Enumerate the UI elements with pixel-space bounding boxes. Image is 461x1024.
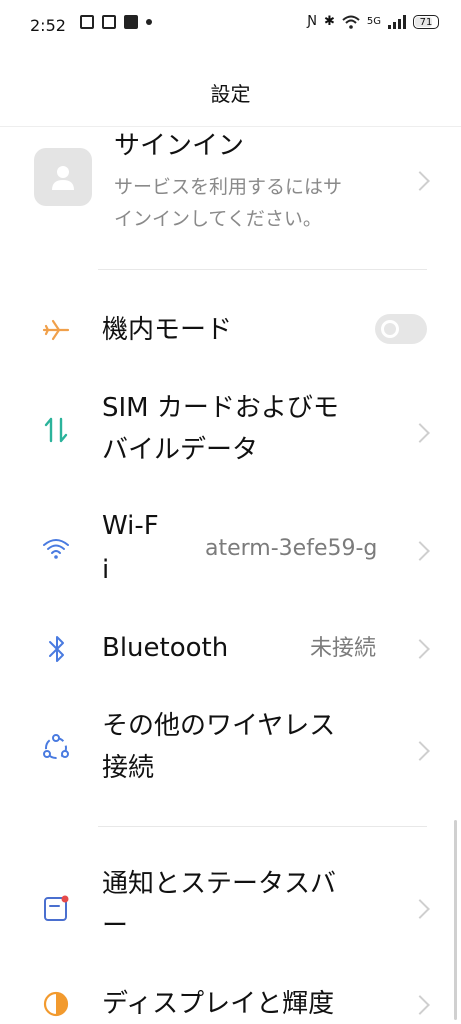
wifi-label-line2: i xyxy=(102,555,110,585)
bluetooth-status: 未接続 xyxy=(310,636,377,661)
sign-in-row[interactable]: サインイン サービスを利用するにはサ インインしてください。 xyxy=(0,126,461,266)
status-time: 2:52 xyxy=(30,16,66,35)
airplane-icon xyxy=(40,314,72,346)
chevron-right-icon xyxy=(410,423,430,443)
battery-icon: 71 xyxy=(413,14,439,29)
bluetooth-icon xyxy=(42,632,72,666)
gallery-notification-icon xyxy=(80,15,94,29)
status-left-icons xyxy=(80,15,152,29)
section-divider xyxy=(98,269,427,270)
chevron-right-icon xyxy=(410,995,430,1015)
other-wireless-label-line2: 接続 xyxy=(102,753,155,783)
sign-in-subtitle-line2: インインしてください。 xyxy=(114,208,322,230)
chevron-right-icon xyxy=(410,541,430,561)
wifi-icon xyxy=(40,532,72,564)
status-bar: 2:52 Ɲ ✱ 5G 71 xyxy=(0,0,461,50)
sign-in-subtitle-line1: サービスを利用するにはサ xyxy=(114,176,343,198)
display-brightness-label: ディスプレイと輝度 xyxy=(102,989,335,1019)
battery-level: 71 xyxy=(419,16,433,28)
notification-icon xyxy=(38,890,74,926)
chevron-right-icon xyxy=(410,899,430,919)
chevron-right-icon xyxy=(410,741,430,761)
wifi-status-icon xyxy=(342,15,360,29)
bluetooth-row[interactable]: Bluetooth 未接続 xyxy=(0,622,461,678)
chevron-right-icon xyxy=(410,639,430,659)
sim-label-line1: SIM カードおよびモ xyxy=(102,393,339,423)
airplane-mode-row[interactable]: 機内モード xyxy=(0,300,461,360)
notifications-label-line2: ー xyxy=(102,911,129,941)
network-type-label: 5G xyxy=(366,16,381,27)
wireless-connections-icon xyxy=(38,730,74,766)
sim-data-arrows-icon xyxy=(40,414,72,446)
avatar xyxy=(34,148,92,206)
display-brightness-icon xyxy=(40,988,72,1020)
person-icon xyxy=(52,166,74,190)
airplane-mode-toggle[interactable] xyxy=(375,314,427,344)
sim-label-line2: バイルデータ xyxy=(102,435,259,465)
page-title: 設定 xyxy=(210,82,251,106)
other-wireless-label-line1: その他のワイヤレス xyxy=(102,711,336,741)
wifi-label-line1: Wi-F xyxy=(102,511,159,541)
chevron-right-icon xyxy=(410,171,430,191)
signal-strength-icon xyxy=(388,14,406,29)
wifi-network-name: aterm-3efe59-g xyxy=(205,536,378,561)
sim-mobile-data-row[interactable]: SIM カードおよびモ バイルデータ xyxy=(0,384,461,484)
sign-in-label: サインイン xyxy=(114,131,245,161)
nfc-icon: Ɲ xyxy=(307,14,317,29)
display-brightness-row[interactable]: ディスプレイと輝度 xyxy=(0,982,461,1024)
section-divider xyxy=(98,826,427,827)
scrollbar[interactable] xyxy=(454,820,457,1020)
wifi-row[interactable]: Wi-F i aterm-3efe59-g xyxy=(0,506,461,596)
notifications-label-line1: 通知とステータスバ xyxy=(102,869,337,899)
notifications-row[interactable]: 通知とステータスバ ー xyxy=(0,862,461,962)
airplane-mode-label: 機内モード xyxy=(102,315,233,345)
status-right-icons: Ɲ ✱ 5G 71 xyxy=(307,14,439,29)
news-notification-icon xyxy=(102,15,116,29)
line-notification-icon xyxy=(124,15,138,29)
more-notifications-icon xyxy=(146,19,152,25)
other-wireless-row[interactable]: その他のワイヤレス 接続 xyxy=(0,704,461,804)
bluetooth-status-icon: ✱ xyxy=(323,14,335,29)
bluetooth-label: Bluetooth xyxy=(102,633,229,663)
